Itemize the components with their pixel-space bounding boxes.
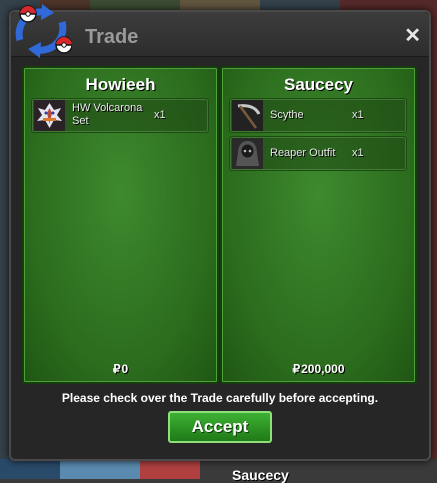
background-player-name: Saucecy — [232, 467, 289, 483]
trade-notice: Please check over the Trade carefully be… — [61, 391, 379, 405]
item-name: Reaper Outfit — [270, 147, 336, 159]
trade-item-volcarona-set[interactable]: HW Volcarona Set x1 — [31, 98, 209, 133]
item-name: Scythe — [270, 109, 304, 121]
trade-panel-left: Howieeh HW Volcarona Set x1 ₽0 — [22, 66, 219, 384]
title-bar[interactable]: Trade ✕ — [11, 12, 429, 57]
money-offer-right: ₽200,000 — [222, 362, 415, 376]
reaper-outfit-icon — [232, 138, 263, 169]
item-quantity: x1 — [154, 109, 166, 121]
trade-window: Trade ✕ Howieeh HW Volcarona Set x1 ₽0 S… — [9, 10, 431, 461]
trade-item-reaper-outfit[interactable]: Reaper Outfit x1 — [229, 136, 407, 171]
money-amount: 0 — [121, 362, 129, 376]
item-name: HW Volcarona Set — [72, 102, 143, 127]
item-quantity: x1 — [352, 147, 364, 159]
game-background-strip — [0, 459, 437, 479]
window-title: Trade — [85, 26, 139, 48]
close-icon[interactable]: ✕ — [404, 26, 421, 46]
pokedollar-icon: ₽ — [112, 362, 121, 376]
pokedollar-icon: ₽ — [292, 362, 301, 376]
item-quantity: x1 — [352, 109, 364, 121]
trainer-name-right: Saucecy — [284, 75, 353, 94]
money-amount: 200,000 — [301, 362, 345, 376]
scythe-icon — [232, 100, 263, 131]
trainer-name-left: Howieeh — [85, 75, 156, 94]
trade-panel-right: Saucecy Scythe x1 Reaper Outfit x1 ₽200,… — [220, 66, 417, 384]
money-offer-left: ₽0 — [24, 362, 217, 376]
trade-icon — [15, 4, 72, 58]
trade-item-scythe[interactable]: Scythe x1 — [229, 98, 407, 133]
volcarona-costume-icon — [34, 100, 65, 131]
accept-button[interactable]: Accept — [168, 411, 272, 443]
